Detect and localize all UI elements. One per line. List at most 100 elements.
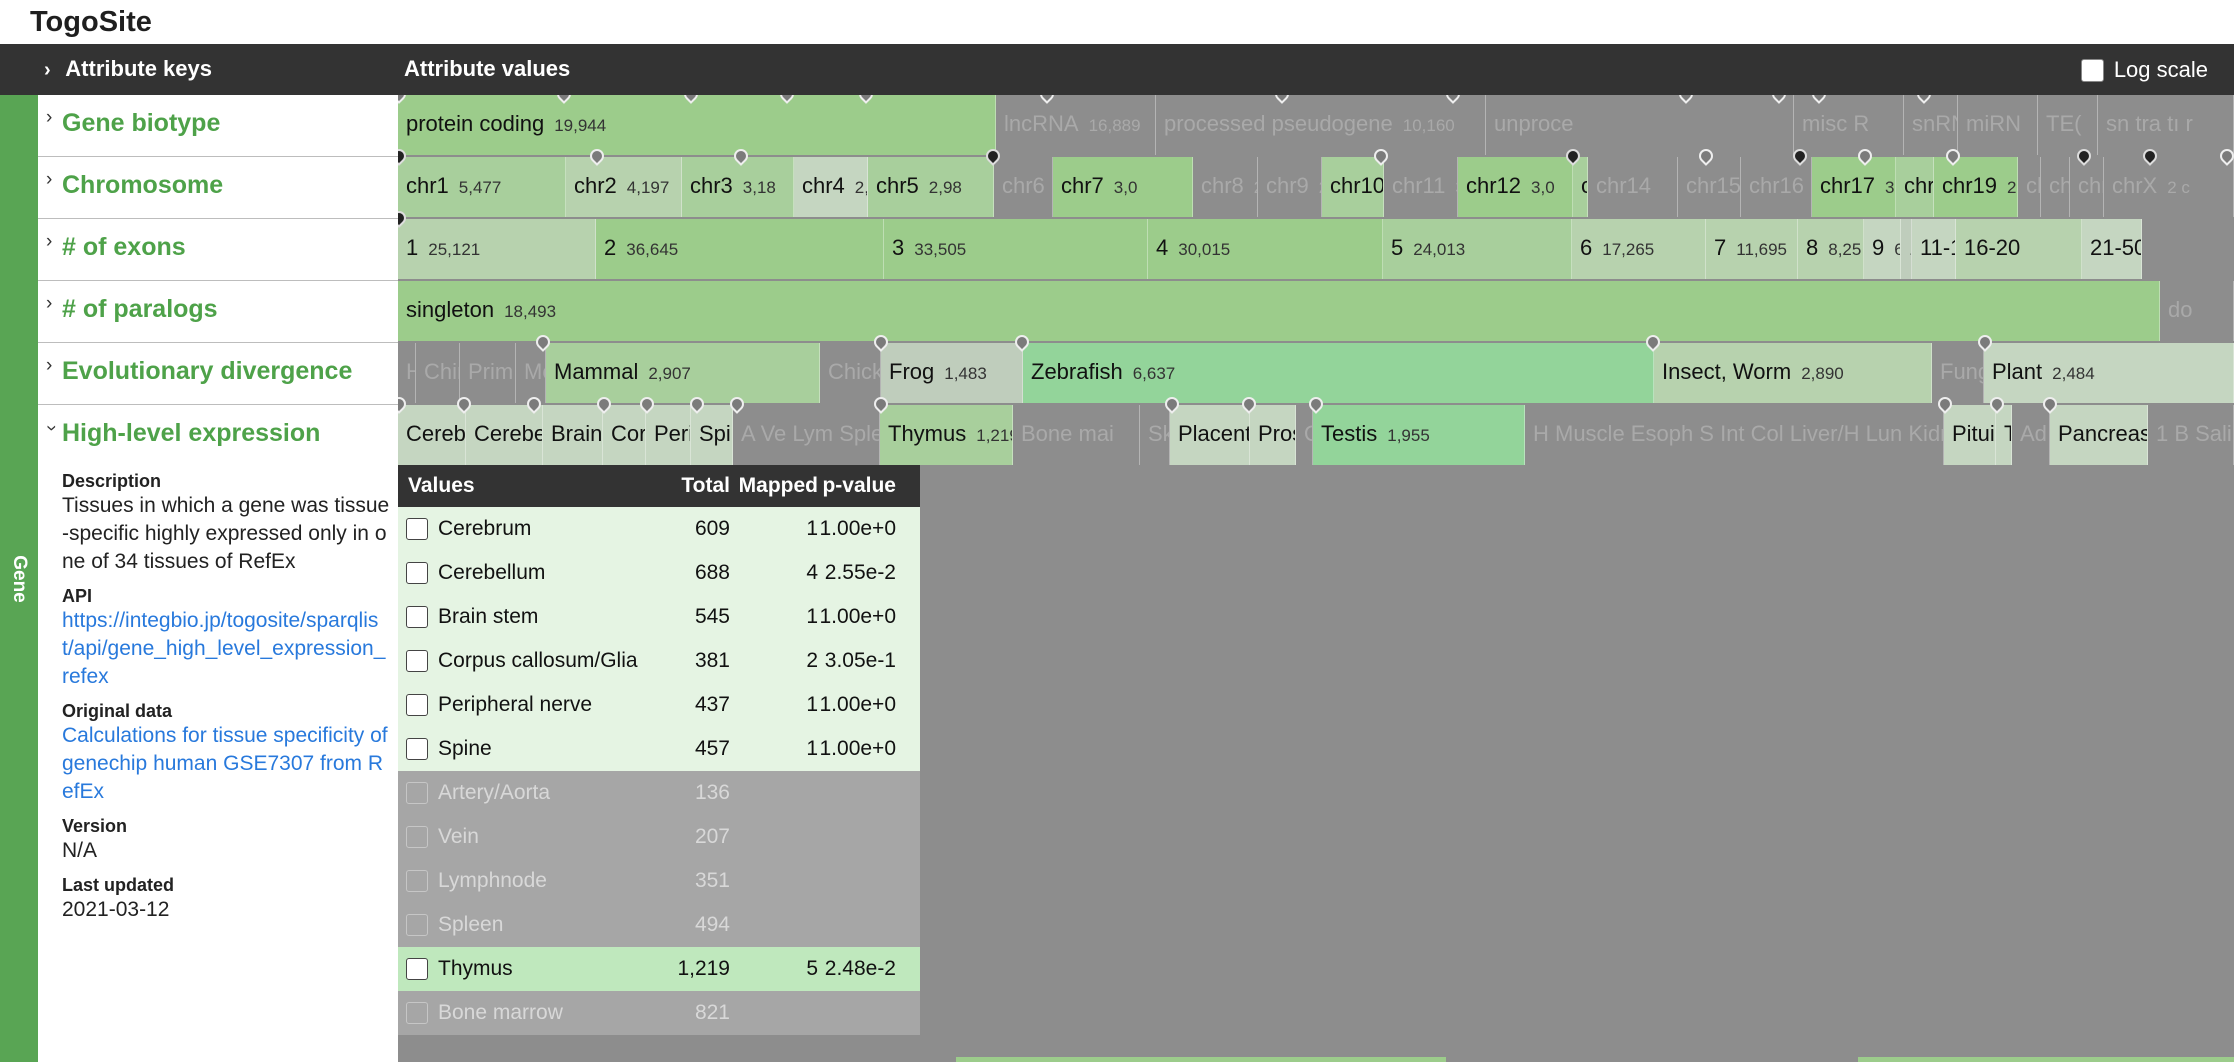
track-bar-divergence[interactable]: Chim: [416, 343, 460, 403]
track-bar-chromosome[interactable]: chr63,0: [994, 157, 1053, 217]
track-bar-exons[interactable]: 11-1516,657: [1912, 219, 1956, 279]
values-table-row[interactable]: Brain stem 545 1 1.00e+0: [398, 595, 920, 639]
track-bar-chromosome[interactable]: chr15: [1678, 157, 1741, 217]
track-bar-expression[interactable]: Cerebr: [398, 405, 466, 465]
track-bar-chromosome[interactable]: chr2: [2018, 157, 2041, 217]
attribute-key-high-level-expression[interactable]: › High-level expression: [38, 405, 398, 467]
track-bar-divergence[interactable]: Fungi: [1932, 343, 1984, 403]
track-bar-expression[interactable]: Ad: [2012, 405, 2050, 465]
col-values[interactable]: Values: [398, 474, 660, 498]
track-bar-expression[interactable]: Spine: [691, 405, 733, 465]
track-bar-paralogs[interactable]: singleton 18,493: [398, 281, 2160, 341]
track-bar-biotype[interactable]: TE(: [2038, 95, 2098, 155]
next-track-bar[interactable]: [956, 1057, 1446, 1062]
track-bar-biotype[interactable]: protein coding 19,944: [398, 95, 996, 155]
row-checkbox[interactable]: [406, 914, 428, 936]
values-table-row[interactable]: Artery/Aorta 136: [398, 771, 920, 815]
track-bar-expression[interactable]: Testis 1,955: [1313, 405, 1525, 465]
track-bar-chromosome[interactable]: chr17 3,0: [1812, 157, 1896, 217]
track-bar-biotype[interactable]: sn tra tı r: [2098, 95, 2234, 155]
track-bar-exons[interactable]: 7 11,695: [1706, 219, 1798, 279]
track-bar-chromosome[interactable]: chr82: [1193, 157, 1258, 217]
track-bar-biotype[interactable]: processed pseudogene 10,160: [1156, 95, 1486, 155]
row-checkbox[interactable]: [406, 1002, 428, 1024]
track-bar-divergence[interactable]: Frog 1,483: [881, 343, 1023, 403]
track-bar-chromosome[interactable]: chr1: [1573, 157, 1588, 217]
track-bar-biotype[interactable]: lncRNA 16,889: [996, 95, 1156, 155]
row-checkbox[interactable]: [406, 562, 428, 584]
track-bar-exons[interactable]: 3 33,505: [884, 219, 1148, 279]
log-scale-checkbox[interactable]: [2080, 58, 2104, 82]
values-table-row[interactable]: Peripheral nerve 437 1 1.00e+0: [398, 683, 920, 727]
track-bar-chromosome[interactable]: chr3 3,18: [682, 157, 794, 217]
row-checkbox[interactable]: [406, 650, 428, 672]
attribute-key-paralogs[interactable]: › # of paralogs: [38, 281, 398, 343]
row-checkbox[interactable]: [406, 606, 428, 628]
track-bar-chromosome[interactable]: chr16: [1741, 157, 1812, 217]
values-table-row[interactable]: Thymus 1,219 5 2.48e-2: [398, 947, 920, 991]
track-bar-chromosome[interactable]: chr92: [1258, 157, 1322, 217]
values-table-row[interactable]: Cerebrum 609 1 1.00e+0: [398, 507, 920, 551]
track-bar-expression[interactable]: Placent: [1170, 405, 1250, 465]
track-bar-chromosome[interactable]: chr5 2,98: [868, 157, 994, 217]
attribute-key-evolutionary-divergence[interactable]: › Evolutionary divergence: [38, 343, 398, 405]
row-checkbox[interactable]: [406, 518, 428, 540]
track-bar-divergence[interactable]: Prim: [460, 343, 516, 403]
track-bar-divergence[interactable]: Insect, Worm 2,890: [1654, 343, 1932, 403]
values-table-row[interactable]: Lymphnode 351: [398, 859, 920, 903]
values-table-row[interactable]: Corpus callosum/Glia 381 2 3.05e-1: [398, 639, 920, 683]
track-bar-exons[interactable]: 6 17,265: [1572, 219, 1706, 279]
row-checkbox[interactable]: [406, 694, 428, 716]
col-total[interactable]: Total: [660, 474, 730, 498]
track-bar-exons[interactable]: 10: [1901, 219, 1912, 279]
track-bar-exons[interactable]: 8 8,25: [1798, 219, 1864, 279]
track-bar-expression[interactable]: A Ve Lym Splee: [733, 405, 880, 465]
log-scale-toggle[interactable]: Log scale: [2080, 57, 2208, 83]
app-title[interactable]: TogoSite: [30, 6, 152, 39]
track-bar-exons[interactable]: 5 24,013: [1383, 219, 1572, 279]
attribute-keys-toggle[interactable]: › Attribute keys: [44, 56, 212, 82]
track-bar-expression[interactable]: Corp: [603, 405, 646, 465]
track-bar-expression[interactable]: Pitui: [1944, 405, 1996, 465]
col-pvalue[interactable]: p-value: [818, 474, 920, 498]
attribute-key-gene-biotype[interactable]: › Gene biotype: [38, 95, 398, 157]
values-table-row[interactable]: Bone marrow 821: [398, 991, 920, 1035]
values-table-row[interactable]: Spleen 494: [398, 903, 920, 947]
col-mapped[interactable]: Mapped: [730, 474, 818, 498]
track-bar-expression[interactable]: 1 B Sali: [2148, 405, 2234, 465]
track-bar-expression[interactable]: Bone mai: [1013, 405, 1140, 465]
track-bar-chromosome[interactable]: chr4 2,6: [794, 157, 868, 217]
track-bar-chromosome[interactable]: chr12 3,0: [1458, 157, 1573, 217]
original-data-link[interactable]: Calculations for tissue specificity of g…: [62, 722, 390, 806]
track-bar-chromosome[interactable]: chr14: [1588, 157, 1678, 217]
track-bar-expression[interactable]: Pancreas: [2050, 405, 2148, 465]
track-bar-exons[interactable]: 21-50: [2082, 219, 2142, 279]
track-bar-chromosome[interactable]: chr7 3,0: [1053, 157, 1193, 217]
row-checkbox[interactable]: [406, 826, 428, 848]
track-bar-chromosome[interactable]: chr1 5,477: [398, 157, 566, 217]
track-bar-chromosome[interactable]: chr19 2,: [1934, 157, 2018, 217]
track-bar-exons[interactable]: 2 36,645: [596, 219, 884, 279]
values-table-row[interactable]: Cerebellum 688 4 2.55e-2: [398, 551, 920, 595]
track-bar-divergence[interactable]: Mammal 2,907: [546, 343, 820, 403]
track-bar-expression[interactable]: Pros: [1250, 405, 1296, 465]
values-table-row[interactable]: Vein 207: [398, 815, 920, 859]
track-bar-exons[interactable]: 96,3: [1864, 219, 1901, 279]
track-bar-biotype[interactable]: unproce: [1486, 95, 1794, 155]
track-bar-exons[interactable]: 4 30,015: [1148, 219, 1383, 279]
attribute-key-exons[interactable]: › # of exons: [38, 219, 398, 281]
track-bar-biotype[interactable]: miRN: [1958, 95, 2038, 155]
track-bar-expression[interactable]: Thymus 1,219: [880, 405, 1013, 465]
track-bar-biotype[interactable]: misc R: [1794, 95, 1904, 155]
track-bar-chromosome[interactable]: chr2 4,197: [566, 157, 682, 217]
track-bar-expression[interactable]: Brain: [543, 405, 603, 465]
attribute-key-chromosome[interactable]: › Chromosome: [38, 157, 398, 219]
track-bar-chromosome[interactable]: chr10: [1322, 157, 1384, 217]
track-bar-chromosome[interactable]: ch: [2041, 157, 2070, 217]
track-bar-paralogs[interactable]: do: [2160, 281, 2234, 341]
row-checkbox[interactable]: [406, 738, 428, 760]
track-bar-expression[interactable]: Ski U: [1140, 405, 1170, 465]
track-bar-chromosome[interactable]: chr113,3: [1384, 157, 1458, 217]
track-bar-exons[interactable]: 16-20: [1956, 219, 2082, 279]
category-sidebar-gene[interactable]: Gene: [0, 95, 38, 1062]
